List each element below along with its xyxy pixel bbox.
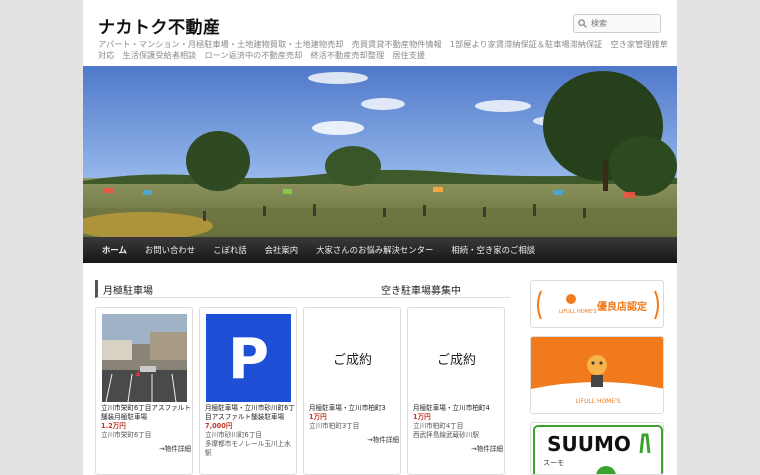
card-title[interactable]: 月極駐車場・立川市柏町4 [413,404,503,413]
card-location: 立川市砂川町6丁目 多摩都市モノレール玉川上水駅 [205,431,291,457]
card-price: 1万円 [413,413,431,421]
sign-letter: P [228,327,269,392]
card-body: 月極駐車場・立川市柏町4 1万円 立川市柏町4丁目 西武拝島線武蔵砂川駅 →物件… [413,404,503,454]
suumo-arrow-icon [639,433,651,454]
nav-home[interactable]: ホーム [102,244,127,256]
suumo-subtitle: スーモ [543,459,564,467]
card-price: 1.2万円 [101,422,126,430]
page: ナカトク不動産 アパート・マンション・月極駐車場・土地建物買取・土地建物売却 売… [83,0,677,475]
site-title[interactable]: ナカトク不動産 [98,13,221,38]
card-location: 立川市柏町4丁目 西武拝島線武蔵砂川駅 [413,422,479,439]
card-body: 月極駐車場・立川市砂川町6丁目アスファルト舗装駐車場 7,000円 立川市砂川町… [205,404,295,458]
property-card[interactable]: ご成約 月極駐車場・立川市柏町4 1万円 立川市柏町4丁目 西武拝島線武蔵砂川駅… [407,307,505,475]
card-location: 立川市栄町6丁目 [101,431,152,439]
badge-brand: LIFULL HOME'S [559,309,597,315]
homes-logo-icon [566,294,576,304]
card-title[interactable]: 月極駐車場・立川市砂川町6丁目アスファルト舗装駐車場 [205,404,295,422]
parking-lot-photo[interactable] [102,314,187,402]
search-input[interactable] [591,19,659,28]
header-banner-image [83,66,677,237]
homes-mascot-icon [587,355,607,375]
card-title[interactable]: 立川市栄町6丁目アスファルト舗装月極駐車場 [101,404,191,422]
main-nav: ホーム お問い合わせ こぼれ話 会社案内 大家さんのお悩み解決センター 相続・空… [83,237,677,263]
card-price: 1万円 [309,413,327,421]
site-tagline: アパート・マンション・月極駐車場・土地建物買取・土地建物売却 売買賃貸不動産物件… [98,39,668,60]
contract-closed-label: ご成約 [436,352,476,368]
homes-banner[interactable]: LIFULL HOME'S [530,336,664,414]
suumo-logo-text: SUUMO [547,432,631,456]
contract-closed-label: ご成約 [332,352,372,368]
section-header: 月極駐車場 空き駐車場募集中 [95,280,510,298]
card-detail-link[interactable]: →物件詳細 [309,436,399,445]
card-title[interactable]: 月極駐車場・立川市柏町3 [309,404,399,413]
card-body: 月極駐車場・立川市柏町3 1万円 立川市柏町3丁目 →物件詳細 [309,404,399,445]
nav-owner-support[interactable]: 大家さんのお悩み解決センター [316,244,433,256]
nav-contact[interactable]: お問い合わせ [145,244,195,256]
section-title-vacancy: 空き駐車場募集中 [381,286,461,297]
card-detail-link[interactable]: →物件詳細 [413,445,503,454]
card-detail-link[interactable]: →物件詳細 [101,445,191,454]
suumo-banner[interactable]: SUUMO スーモ [530,422,664,475]
card-price: 7,000円 [205,422,233,430]
search-box[interactable] [573,14,661,33]
nav-stories[interactable]: こぼれ話 [213,244,247,256]
nav-company[interactable]: 会社案内 [265,244,299,256]
search-icon [578,19,587,28]
card-body: 立川市栄町6丁目アスファルト舗装月極駐車場 1.2万円 立川市栄町6丁目 →物件… [101,404,191,454]
section-title-parking: 月極駐車場 [103,286,153,297]
parking-sign[interactable]: P [206,314,291,402]
badge-label: 優良店認定 [596,300,647,313]
nav-inheritance[interactable]: 相続・空き家のご相談 [451,244,535,256]
property-card[interactable]: P 月極駐車場・立川市砂川町6丁目アスファルト舗装駐車場 7,000円 立川市砂… [199,307,297,475]
card-location: 立川市柏町3丁目 [309,422,360,430]
badge-brand: LIFULL HOME'S [575,398,620,405]
homes-certified-badge[interactable]: LIFULL HOME'S 優良店認定 [530,280,664,328]
property-card[interactable]: 立川市栄町6丁目アスファルト舗装月極駐車場 1.2万円 立川市栄町6丁目 →物件… [95,307,193,475]
property-card[interactable]: ご成約 月極駐車場・立川市柏町3 1万円 立川市柏町3丁目 →物件詳細 [303,307,401,475]
